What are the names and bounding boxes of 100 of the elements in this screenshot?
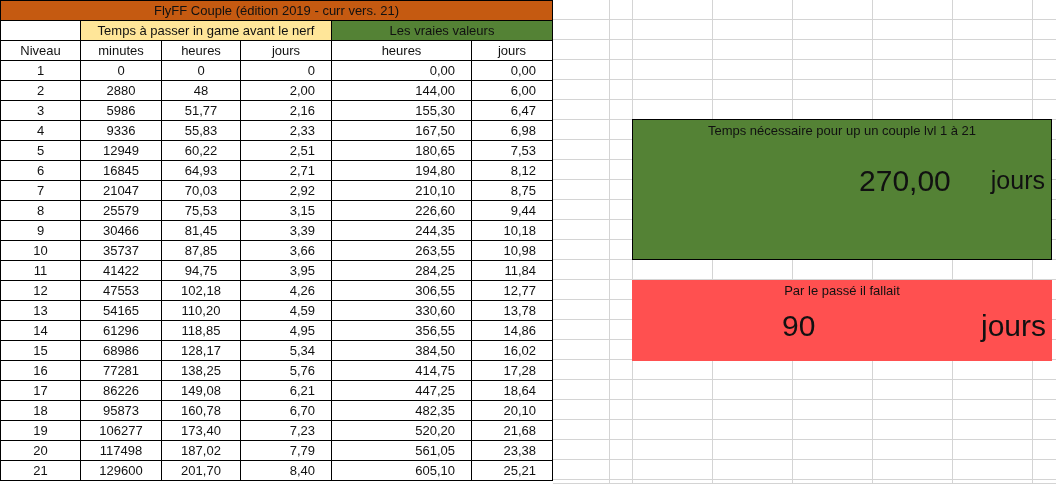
table-cell: 9,44 — [472, 201, 553, 221]
table-cell: 0,00 — [332, 61, 472, 81]
table-cell: 6,21 — [241, 381, 332, 401]
table-cell: 68986 — [81, 341, 162, 361]
table-cell: 61296 — [81, 321, 162, 341]
table-cell: 7,23 — [241, 421, 332, 441]
table-cell: 306,55 — [332, 281, 472, 301]
table-cell: 1 — [1, 61, 81, 81]
table-cell: 110,20 — [162, 301, 241, 321]
table-cell: 11,84 — [472, 261, 553, 281]
table-cell: 605,10 — [332, 461, 472, 481]
table-cell: 17 — [1, 381, 81, 401]
table-cell: 14 — [1, 321, 81, 341]
table-cell: 54165 — [81, 301, 162, 321]
table-cell: 384,50 — [332, 341, 472, 361]
table-cell: 138,25 — [162, 361, 241, 381]
table-cell: 194,80 — [332, 161, 472, 181]
table-cell: 77281 — [81, 361, 162, 381]
table-cell: 7,53 — [472, 141, 553, 161]
panel-unit: jours — [990, 166, 1045, 195]
table-cell: 167,50 — [332, 121, 472, 141]
table-cell: 226,60 — [332, 201, 472, 221]
table-cell: 102,18 — [162, 281, 241, 301]
group-header: Temps à passer in game avant le nerf — [81, 21, 332, 41]
table-cell: 55,83 — [162, 121, 241, 141]
table-cell: 118,85 — [162, 321, 241, 341]
table-cell: 25579 — [81, 201, 162, 221]
table-cell: 4,26 — [241, 281, 332, 301]
table-cell: 0,00 — [472, 61, 553, 81]
table-cell: 95873 — [81, 401, 162, 421]
table-cell: 19 — [1, 421, 81, 441]
table-cell: 81,45 — [162, 221, 241, 241]
table-cell: 41422 — [81, 261, 162, 281]
table-cell: 149,08 — [162, 381, 241, 401]
table-cell: 482,35 — [332, 401, 472, 421]
table-cell: 160,78 — [162, 401, 241, 421]
table-cell: 23,38 — [472, 441, 553, 461]
table-cell: 4 — [1, 121, 81, 141]
table-cell: 2,51 — [241, 141, 332, 161]
table-cell: 21 — [1, 461, 81, 481]
table-cell: 21047 — [81, 181, 162, 201]
table-cell: 5986 — [81, 101, 162, 121]
panel-caption: Par le passé il fallait — [784, 283, 900, 298]
table-cell: 5,76 — [241, 361, 332, 381]
table-cell: 12,77 — [472, 281, 553, 301]
table-cell: 187,02 — [162, 441, 241, 461]
table-cell: 2,00 — [241, 81, 332, 101]
table-cell: 6,47 — [472, 101, 553, 121]
table-cell: 173,40 — [162, 421, 241, 441]
table-cell: 18,64 — [472, 381, 553, 401]
table-cell: 2,33 — [241, 121, 332, 141]
table-cell: 47553 — [81, 281, 162, 301]
table-cell: 561,05 — [332, 441, 472, 461]
table-cell: 0 — [241, 61, 332, 81]
table-cell: 12 — [1, 281, 81, 301]
table-cell: 13,78 — [472, 301, 553, 321]
table-cell: 5,34 — [241, 341, 332, 361]
table-cell: 155,30 — [332, 101, 472, 121]
table-cell: 180,65 — [332, 141, 472, 161]
column-header: jours — [241, 41, 332, 61]
column-header: heures — [162, 41, 241, 61]
table-cell: 9336 — [81, 121, 162, 141]
table-cell: 0 — [162, 61, 241, 81]
table-cell: 3 — [1, 101, 81, 121]
table-cell: 7 — [1, 181, 81, 201]
table-cell: 70,03 — [162, 181, 241, 201]
column-header: jours — [472, 41, 553, 61]
table-cell: 144,00 — [332, 81, 472, 101]
table-cell: 4,95 — [241, 321, 332, 341]
table-cell: 16,02 — [472, 341, 553, 361]
table-cell: 2 — [1, 81, 81, 101]
table-cell: 5 — [1, 141, 81, 161]
table-cell: 15 — [1, 341, 81, 361]
group-header: Les vraies valeurs — [332, 21, 553, 41]
table-cell: 244,35 — [332, 221, 472, 241]
table-cell: 106277 — [81, 421, 162, 441]
table-cell: 8,75 — [472, 181, 553, 201]
column-header: Niveau — [1, 41, 81, 61]
table-cell: 263,55 — [332, 241, 472, 261]
table-cell: 414,75 — [332, 361, 472, 381]
table-cell: 8,40 — [241, 461, 332, 481]
table-cell: 201,70 — [162, 461, 241, 481]
panel-unit: jours — [980, 308, 1046, 343]
table-cell: 2,92 — [241, 181, 332, 201]
panel-value: 270,00 — [859, 163, 951, 198]
panel-caption: Temps nécessaire pour up un couple lvl 1 à 21 — [707, 123, 977, 138]
table-cell: 0 — [81, 61, 162, 81]
table-cell: 8 — [1, 201, 81, 221]
table-cell: 2880 — [81, 81, 162, 101]
table-cell: 6 — [1, 161, 81, 181]
table-cell: 35737 — [81, 241, 162, 261]
column-header: minutes — [81, 41, 162, 61]
table-cell: 30466 — [81, 221, 162, 241]
table-cell: 9 — [1, 221, 81, 241]
table-cell: 7,79 — [241, 441, 332, 461]
table-cell: 87,85 — [162, 241, 241, 261]
table-cell: 117498 — [81, 441, 162, 461]
table-cell: 25,21 — [472, 461, 553, 481]
table-cell: 3,39 — [241, 221, 332, 241]
table-cell: 3,66 — [241, 241, 332, 261]
